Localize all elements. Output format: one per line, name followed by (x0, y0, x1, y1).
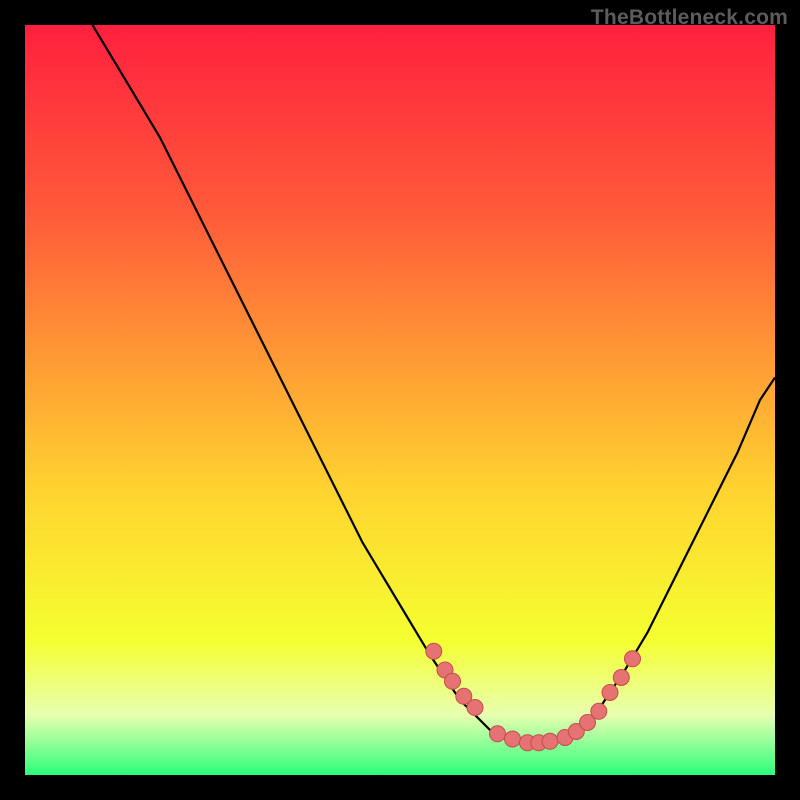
salient-dot (602, 685, 618, 701)
salient-dot (505, 731, 521, 747)
salient-dot (467, 700, 483, 716)
salient-dot (445, 673, 461, 689)
watermark-text: TheBottleneck.com (591, 6, 788, 30)
salient-dot (542, 733, 558, 749)
salient-dot (613, 670, 629, 686)
salient-dot (426, 643, 442, 659)
plot-svg (25, 25, 775, 775)
salient-dot (625, 651, 641, 667)
salient-dot (591, 703, 607, 719)
chart-stage: TheBottleneck.com (0, 0, 800, 800)
gradient-background (25, 25, 775, 775)
plot-area (25, 25, 775, 775)
salient-dot (490, 726, 506, 742)
